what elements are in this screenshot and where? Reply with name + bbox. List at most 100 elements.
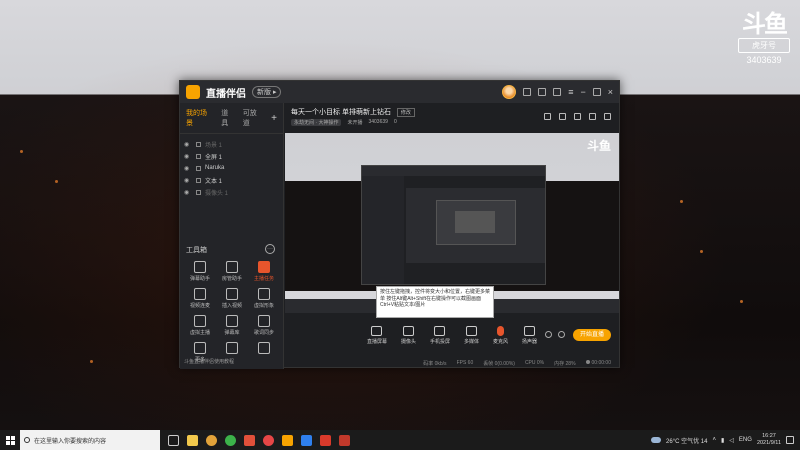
tab-placeables[interactable]: 可放道	[243, 108, 263, 128]
scene-name: 场景 1	[205, 142, 223, 149]
tab-props[interactable]: 道具	[221, 108, 235, 128]
app-title: 直播伴侣	[206, 88, 246, 100]
wechat-icon[interactable]	[225, 434, 236, 446]
tool-icon	[226, 261, 238, 273]
tab-my-scenes[interactable]: 我的场景	[186, 108, 213, 128]
tool-item[interactable]: 弹幕助手	[184, 261, 216, 282]
explorer-icon[interactable]	[187, 434, 198, 446]
tool-item[interactable]: 虚拟主播	[184, 315, 216, 336]
shield-icon[interactable]	[574, 113, 581, 120]
task-view-icon[interactable]	[168, 434, 179, 446]
shirt-icon[interactable]	[553, 88, 562, 96]
chevron-up-icon[interactable]: ˄	[712, 437, 716, 443]
control-screen[interactable]: 直播屏幕	[367, 325, 387, 345]
eye-icon[interactable]: ◉	[184, 165, 192, 172]
room-number: 3403639	[368, 119, 388, 125]
scene-item[interactable]: ◉ 全屏 1	[184, 150, 279, 162]
scene-item[interactable]: ◉ Naruka	[184, 162, 279, 174]
tool-label: 主播任务	[253, 276, 274, 282]
lock-icon[interactable]	[559, 113, 566, 120]
drag-hint-tooltip: 按住左键拖拽，控件将变大小和位置，右键更多菜单 按住Alt键Alt+Shift在…	[376, 286, 494, 318]
ember	[55, 180, 58, 183]
language-indicator[interactable]: ENG	[739, 437, 752, 443]
live-companion-icon[interactable]	[282, 434, 293, 446]
weather-icon[interactable]	[651, 437, 662, 443]
more-tools-button[interactable]: ···	[265, 244, 275, 254]
search-icon	[24, 437, 30, 443]
scene-name: 文本 1	[205, 178, 223, 185]
tool-item[interactable]: 歌词同步	[248, 315, 280, 336]
settings-icon[interactable]	[558, 331, 565, 338]
media-icon	[466, 325, 477, 336]
tool-item[interactable]: 弹幕库	[216, 315, 248, 336]
eye-icon[interactable]: ◉	[184, 141, 192, 148]
minimize-icon[interactable]: −	[580, 87, 585, 97]
microphone-icon	[497, 325, 505, 336]
like-count: 0	[393, 119, 397, 125]
notification-icon[interactable]	[786, 436, 794, 444]
eye-icon[interactable]: ◉	[184, 153, 192, 160]
scene-name: 全屏 1	[205, 154, 223, 161]
scene-item[interactable]: ◉ 摄像头 1	[184, 186, 279, 198]
eye-icon[interactable]	[545, 331, 552, 338]
status-bar: 码率 0kb/s FPS 60 丢帧 0(0.00%) CPU 0% 内存 28…	[285, 357, 619, 369]
close-icon[interactable]: ×	[608, 87, 613, 97]
menu-icon[interactable]: ≡	[568, 87, 573, 97]
camera-icon	[402, 325, 414, 336]
lock-icon[interactable]	[196, 165, 201, 171]
weibo-icon[interactable]	[320, 434, 331, 446]
category-tag[interactable]: 永劫无间 · 大神操作	[291, 119, 342, 126]
edit-title-button[interactable]: 修改	[396, 108, 415, 117]
network-icon[interactable]: ▮	[721, 437, 724, 444]
preview-options	[545, 331, 565, 338]
version-button[interactable]: 新版 ▸	[252, 86, 282, 98]
tool-item[interactable]: 房管助手	[216, 261, 248, 282]
tool-item[interactable]: 虚拟形象	[248, 288, 280, 309]
volume-icon[interactable]: ◁	[729, 437, 734, 444]
clock[interactable]: 16:27 2021/9/11	[757, 433, 781, 447]
scene-item[interactable]: ◉ 文本 1	[184, 174, 279, 186]
app-icon[interactable]	[301, 434, 312, 446]
scene-item[interactable]: ◉ 场景 1	[184, 138, 279, 150]
control-speaker[interactable]: 扬声器	[522, 325, 538, 345]
gift-icon[interactable]	[538, 88, 547, 96]
tool-item[interactable]	[248, 342, 280, 363]
eye-icon[interactable]: ◉	[184, 177, 192, 184]
control-camera[interactable]: 摄像头	[401, 325, 416, 345]
maximize-icon[interactable]	[592, 88, 601, 96]
message-icon[interactable]	[523, 88, 532, 96]
control-phone[interactable]: 手机投屏	[430, 325, 450, 345]
bell-icon[interactable]	[589, 113, 596, 120]
start-button[interactable]	[0, 430, 20, 450]
title-bar[interactable]: 直播伴侣 新版 ▸ ≡ − ×	[180, 81, 619, 103]
app-icon[interactable]	[244, 434, 255, 446]
lock-icon[interactable]	[196, 189, 201, 195]
taskbar-search[interactable]: 在这里输入你要搜索的内容	[20, 430, 160, 450]
scene-list: ◉ 场景 1 ◉ 全屏 1 ◉ Naruka ◉ 文本 1 ◉ 摄像头 1	[180, 134, 283, 202]
phone-icon	[434, 325, 446, 336]
scene-name: 摄像头 1	[205, 190, 229, 197]
app-icon[interactable]	[339, 434, 350, 446]
add-scene-icon[interactable]: +	[271, 113, 277, 124]
tool-item[interactable]: 主播任务	[248, 261, 280, 282]
toolbox-title: 工具箱	[186, 247, 207, 254]
weather-text[interactable]: 26°C 空气优 14	[666, 436, 707, 445]
control-label: 扬声器	[522, 338, 538, 345]
tool-item[interactable]: 插入视频	[216, 288, 248, 309]
netease-icon[interactable]	[263, 434, 274, 446]
control-mic[interactable]: 麦克风	[493, 325, 508, 345]
tutorial-link[interactable]: 斗鱼直播伴侣使用教程	[184, 358, 234, 365]
lock-icon[interactable]	[196, 153, 201, 159]
watermark-badge: 虎牙号	[738, 38, 790, 53]
lock-icon[interactable]	[196, 177, 201, 183]
gift-icon[interactable]	[544, 113, 551, 120]
lock-icon[interactable]	[196, 141, 201, 147]
chrome-icon[interactable]	[206, 434, 217, 446]
user-avatar[interactable]	[502, 85, 517, 99]
eye-icon[interactable]: ◉	[184, 189, 192, 196]
system-tray: 26°C 空气优 14 ˄ ▮ ◁ ENG 16:27 2021/9/11	[651, 433, 800, 447]
tool-item[interactable]: 视频连麦	[184, 288, 216, 309]
share-icon[interactable]	[604, 113, 611, 120]
start-live-button[interactable]: 开始直播	[573, 329, 611, 341]
control-media[interactable]: 多媒体	[464, 325, 479, 345]
